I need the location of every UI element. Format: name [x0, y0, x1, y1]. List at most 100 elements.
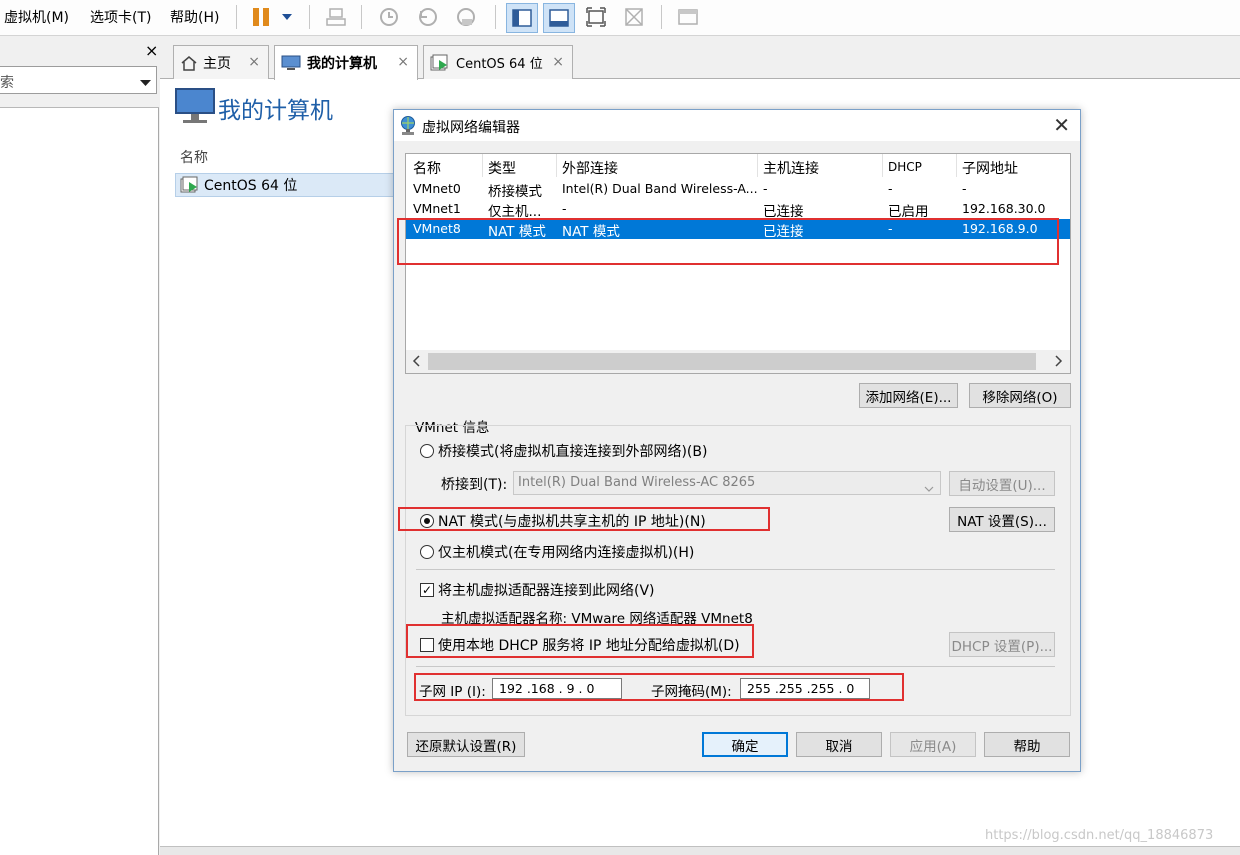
- highlight-box: [414, 673, 904, 701]
- column-header-name[interactable]: 名称: [180, 147, 208, 167]
- restore-defaults-button[interactable]: 还原默认设置(R): [407, 732, 525, 757]
- menu-toolbar: 虚拟机(M) 选项卡(T) 帮助(H): [0, 0, 1240, 36]
- snapshot-icon[interactable]: [375, 3, 403, 31]
- tab-my-computer[interactable]: 我的计算机 ×: [274, 45, 418, 80]
- horizontal-scrollbar[interactable]: [406, 350, 1070, 373]
- connect-adapter-checkbox[interactable]: ✓: [420, 583, 434, 597]
- bridge-to-label: 桥接到(T):: [441, 477, 508, 493]
- divider: [416, 666, 1055, 667]
- cell-name: VMnet1: [413, 201, 461, 216]
- chevron-left-icon[interactable]: [412, 355, 420, 371]
- network-globe-icon: [399, 116, 417, 140]
- tab-centos-label: CentOS 64 位: [456, 57, 543, 72]
- full-screen-icon[interactable]: [582, 3, 610, 31]
- cell-name: VMnet0: [413, 181, 461, 196]
- dialog-close-icon[interactable]: ✕: [1053, 113, 1070, 137]
- tab-home-close-icon[interactable]: ×: [248, 54, 260, 70]
- table-row[interactable]: VMnet0 桥接模式 Intel(R) Dual Band Wireless-…: [406, 179, 1070, 200]
- col-header-name[interactable]: 名称: [413, 158, 441, 178]
- vm-list-item[interactable]: CentOS 64 位: [175, 173, 405, 197]
- col-header-dhcp[interactable]: DHCP: [888, 160, 922, 174]
- apply-button[interactable]: 应用(A): [890, 732, 976, 757]
- ok-button[interactable]: 确定: [702, 732, 788, 757]
- add-network-button[interactable]: 添加网络(E)...: [859, 383, 958, 408]
- tab-my-computer-close-icon[interactable]: ×: [397, 54, 409, 70]
- page-title: 我的计算机: [218, 98, 333, 124]
- highlight-box: [406, 624, 754, 658]
- cell-subnet: -: [962, 181, 967, 196]
- cell-subnet: 192.168.30.0: [962, 201, 1046, 216]
- power-dropdown-icon[interactable]: [276, 3, 298, 31]
- col-header-type[interactable]: 类型: [488, 158, 516, 178]
- menu-vm[interactable]: 虚拟机(M): [4, 7, 69, 27]
- cancel-button[interactable]: 取消: [796, 732, 882, 757]
- library-search-input[interactable]: 索: [0, 66, 157, 94]
- bridge-to-select[interactable]: Intel(R) Dual Band Wireless-AC 8265: [513, 471, 941, 495]
- vm-icon: [180, 176, 200, 194]
- dialog-title: 虚拟网络编辑器: [422, 120, 520, 136]
- library-header: × 索: [0, 36, 159, 108]
- col-header-subnet[interactable]: 子网地址: [962, 158, 1018, 178]
- console-view-icon[interactable]: [674, 3, 702, 31]
- tab-centos-close-icon[interactable]: ×: [552, 54, 564, 70]
- scrollbar-thumb[interactable]: [428, 353, 1036, 370]
- home-icon: [180, 55, 198, 71]
- toolbar-separator: [495, 5, 496, 29]
- toolbar-separator: [361, 5, 362, 29]
- vm-list-item-label: CentOS 64 位: [204, 178, 298, 194]
- dhcp-settings-button[interactable]: DHCP 设置(P)...: [949, 632, 1055, 657]
- status-strip: [160, 846, 1240, 855]
- unity-icon[interactable]: [620, 3, 648, 31]
- cell-host: -: [763, 181, 768, 196]
- col-divider: [757, 154, 758, 177]
- tab-home[interactable]: 主页 ×: [173, 45, 269, 79]
- chevron-right-icon[interactable]: [1055, 355, 1063, 371]
- cell-external: -: [562, 201, 567, 216]
- menu-tabs[interactable]: 选项卡(T): [90, 7, 151, 27]
- tab-bar: 主页 × 我的计算机 × CentOS 64 位 ×: [160, 36, 1240, 80]
- col-divider: [882, 154, 883, 177]
- revert-snapshot-icon[interactable]: [414, 3, 442, 31]
- cell-host: 已连接: [763, 204, 804, 220]
- send-ctrl-alt-del-icon[interactable]: [322, 3, 350, 31]
- snapshot-manager-icon[interactable]: [452, 3, 480, 31]
- library-panel: × 索: [0, 36, 159, 855]
- bridge-mode-label[interactable]: 桥接模式(将虚拟机直接连接到外部网络)(B): [438, 441, 707, 461]
- watermark: https://blog.csdn.net/qq_18846873: [985, 828, 1214, 843]
- divider: [416, 569, 1055, 570]
- pause-icon[interactable]: [247, 3, 275, 31]
- virtual-network-editor-dialog: 虚拟网络编辑器 ✕ 名称 类型 外部连接 主机连接 DHCP 子网地址 VMne…: [393, 109, 1081, 772]
- highlight-box: [398, 507, 770, 531]
- library-search-placeholder: 索: [0, 75, 14, 91]
- tab-my-computer-label: 我的计算机: [307, 56, 377, 72]
- host-only-radio[interactable]: [420, 545, 434, 559]
- dialog-titlebar[interactable]: 虚拟网络编辑器 ✕: [394, 110, 1080, 141]
- col-header-external[interactable]: 外部连接: [562, 158, 618, 178]
- auto-settings-button[interactable]: 自动设置(U)...: [949, 471, 1055, 496]
- col-divider: [482, 154, 483, 177]
- thumbnail-bar-icon[interactable]: [543, 3, 575, 33]
- chevron-down-icon[interactable]: [140, 76, 151, 91]
- toolbar-separator: [661, 5, 662, 29]
- table-row[interactable]: VMnet1 仅主机... - 已连接 已启用 192.168.30.0: [406, 199, 1070, 220]
- remove-network-button[interactable]: 移除网络(O): [969, 383, 1071, 408]
- help-button[interactable]: 帮助: [984, 732, 1070, 757]
- host-only-label[interactable]: 仅主机模式(在专用网络内连接虚拟机)(H): [438, 542, 694, 562]
- chevron-down-icon: [924, 481, 934, 496]
- nat-settings-button[interactable]: NAT 设置(S)...: [949, 507, 1055, 532]
- menu-help[interactable]: 帮助(H): [170, 7, 219, 27]
- tab-centos[interactable]: CentOS 64 位 ×: [423, 45, 573, 79]
- cell-type: 桥接模式: [488, 184, 542, 200]
- show-library-icon[interactable]: [506, 3, 538, 33]
- connect-adapter-label[interactable]: 将主机虚拟适配器连接到此网络(V): [438, 580, 655, 600]
- cell-dhcp: -: [888, 181, 893, 196]
- col-header-host[interactable]: 主机连接: [763, 158, 819, 178]
- toolbar-separator: [236, 5, 237, 29]
- cell-type: 仅主机...: [488, 204, 542, 220]
- col-divider: [556, 154, 557, 177]
- vm-icon: [430, 54, 450, 72]
- bridge-mode-radio[interactable]: [420, 444, 434, 458]
- cell-external: Intel(R) Dual Band Wireless-A...: [562, 181, 758, 196]
- library-close-icon[interactable]: ×: [145, 41, 158, 60]
- cell-dhcp: 已启用: [888, 204, 929, 220]
